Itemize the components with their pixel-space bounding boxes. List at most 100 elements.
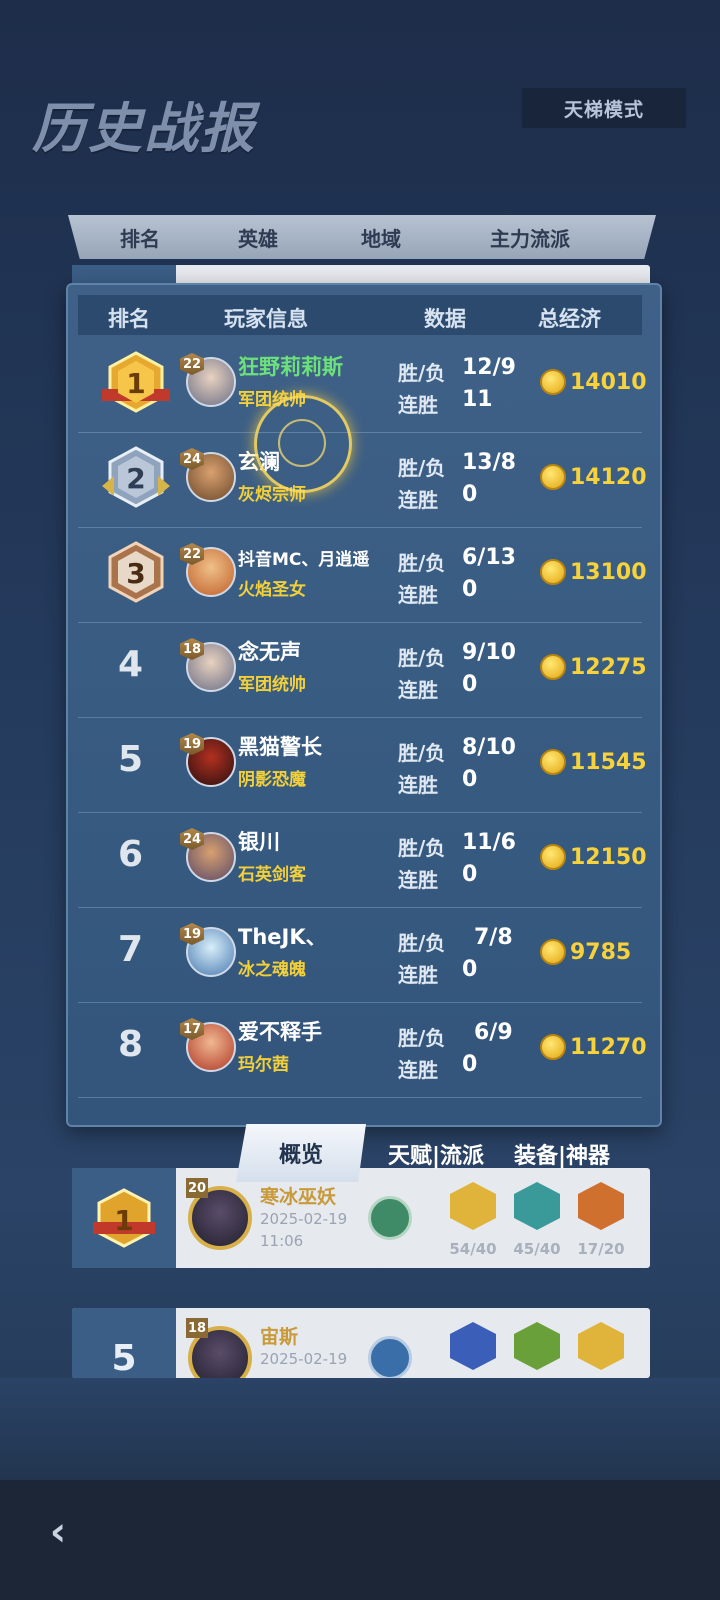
history-level: 18 — [186, 1318, 208, 1338]
player-name: TheJK、 — [238, 925, 327, 949]
player-name: 银川 — [238, 830, 280, 854]
total-gold: 11545 — [540, 749, 647, 775]
player-row[interactable]: 6 24 银川 石英剑客 胜/负 连胜 11/6 0 12150 — [78, 812, 647, 908]
win-loss-value: 7/8 — [474, 925, 513, 950]
streak-value: 0 — [462, 482, 478, 507]
total-gold: 11270 — [540, 1034, 647, 1060]
player-name: 黑猫警长 — [238, 735, 322, 759]
win-loss-value: 8/10 — [462, 735, 516, 760]
hero-name: 玛尔茜 — [238, 1055, 289, 1075]
coin-icon — [540, 369, 566, 395]
player-row[interactable]: 8 17 爱不释手 玛尔茜 胜/负 连胜 6/9 0 11270 — [78, 1002, 647, 1098]
silver-medal-icon: 2 — [102, 446, 170, 508]
player-row[interactable]: 4 18 念无声 军团统帅 胜/负 连胜 9/10 0 12275 — [78, 622, 647, 718]
coin-icon — [540, 939, 566, 965]
history-time: 11:06 — [260, 1232, 304, 1250]
rank-number: 5 — [118, 739, 144, 780]
rank-number: 7 — [118, 929, 144, 970]
player-name: 抖音MC、月逍遥 — [238, 550, 370, 570]
streak-value: 11 — [462, 387, 493, 412]
streak-label: 连胜 — [398, 678, 438, 702]
page-title: 历史战报 — [32, 97, 256, 160]
history-level: 20 — [186, 1178, 208, 1198]
gold-medal-icon: 1 — [102, 351, 170, 413]
history-header: 排名 英雄 地域 主力流派 — [68, 215, 656, 259]
build-stat-1: 54/40 — [449, 1240, 497, 1258]
streak-label: 连胜 — [398, 868, 438, 892]
player-row[interactable]: 5 19 黑猫警长 阴影恐魔 胜/负 连胜 8/10 0 11545 — [78, 717, 647, 813]
build-stat-2: 45/40 — [513, 1240, 561, 1258]
player-row[interactable]: 7 19 TheJK、 冰之魂魄 胜/负 连胜 7/8 0 9785 — [78, 907, 642, 1003]
history-row[interactable]: 5 18 宙斯 2025-02-19 — [72, 1308, 650, 1378]
history-row[interactable]: 1 20 寒冰巫妖 2025-02-19 11:06 54/40 45/40 1… — [72, 1168, 650, 1268]
build-stat-3: 17/20 — [577, 1240, 625, 1258]
svg-text:1: 1 — [114, 1204, 133, 1237]
win-loss-value: 13/8 — [462, 450, 516, 475]
build-icon-2 — [514, 1182, 560, 1230]
faction-icon — [368, 1336, 412, 1378]
tab-equipment-artifact[interactable]: 装备|神器 — [514, 1138, 610, 1170]
player-name: 爱不释手 — [238, 1020, 322, 1044]
build-icon-2 — [514, 1322, 560, 1370]
coin-icon — [540, 654, 566, 680]
coin-icon — [540, 1034, 566, 1060]
streak-label: 连胜 — [398, 963, 438, 987]
streak-value: 0 — [462, 672, 478, 697]
win-loss-label: 胜/负 — [398, 646, 446, 670]
streak-value: 0 — [462, 1052, 478, 1077]
history-rank-medal: 1 — [72, 1168, 176, 1268]
streak-value: 0 — [462, 862, 478, 887]
coin-icon — [540, 749, 566, 775]
panel-header: 排名 玩家信息 数据 总经济 — [78, 295, 642, 335]
win-loss-label: 胜/负 — [398, 456, 446, 480]
svg-text:1: 1 — [126, 367, 145, 400]
mode-label[interactable]: 天梯模式 — [522, 88, 686, 128]
col-rank: 排名 — [108, 307, 150, 331]
player-row[interactable]: 1 22 狂野莉莉斯 军团统帅 胜/负 连胜 12/9 11 14010 — [78, 337, 647, 433]
col-economy: 总经济 — [538, 307, 601, 331]
back-arrow-icon[interactable]: ‹ — [36, 1510, 80, 1554]
history-rank-number: 5 — [72, 1308, 176, 1378]
svg-text:2: 2 — [126, 462, 145, 495]
rank-number: 8 — [118, 1024, 144, 1065]
streak-value: 0 — [462, 577, 478, 602]
player-name: 念无声 — [238, 640, 301, 664]
player-row[interactable]: 3 22 抖音MC、月逍遥 火焰圣女 胜/负 连胜 6/13 0 13100 — [78, 527, 647, 623]
rank-number: 4 — [118, 644, 144, 685]
total-gold: 13100 — [540, 559, 647, 585]
streak-label: 连胜 — [398, 583, 438, 607]
hero-name: 石英剑客 — [238, 865, 306, 885]
match-stats-panel: 排名 玩家信息 数据 总经济 1 22 狂野莉莉斯 军团统帅 胜/负 连胜 12… — [66, 283, 662, 1127]
total-gold: 12150 — [540, 844, 647, 870]
detail-tabs: 概览 天赋|流派 装备|神器 — [236, 1124, 628, 1182]
win-loss-value: 6/13 — [462, 545, 516, 570]
history-hero-name: 寒冰巫妖 — [260, 1186, 337, 1208]
history-date: 2025-02-19 — [260, 1210, 348, 1228]
total-gold: 14120 — [540, 464, 647, 490]
streak-label: 连胜 — [398, 1058, 438, 1082]
streak-label: 连胜 — [398, 773, 438, 797]
history-hero-name: 宙斯 — [260, 1326, 299, 1348]
list-fade — [0, 1378, 720, 1480]
win-loss-value: 6/9 — [474, 1020, 513, 1045]
col-player-info: 玩家信息 — [224, 307, 308, 331]
hero-name: 冰之魂魄 — [238, 960, 306, 980]
history-col-build: 主力流派 — [490, 226, 570, 251]
total-gold: 14010 — [540, 369, 647, 395]
total-gold: 12275 — [540, 654, 647, 680]
win-loss-label: 胜/负 — [398, 1026, 446, 1050]
player-row[interactable]: 2 24 玄澜 灰烬宗师 胜/负 连胜 13/8 0 14120 — [78, 432, 647, 528]
coin-icon — [540, 559, 566, 585]
history-date: 2025-02-19 — [260, 1350, 348, 1368]
win-loss-label: 胜/负 — [398, 741, 446, 765]
hero-name: 军团统帅 — [238, 675, 306, 695]
build-icon-1 — [450, 1322, 496, 1370]
tab-overview[interactable]: 概览 — [236, 1124, 366, 1182]
win-loss-value: 11/6 — [462, 830, 516, 855]
history-col-hero: 英雄 — [238, 226, 278, 251]
tab-talent-build[interactable]: 天赋|流派 — [388, 1138, 484, 1170]
streak-value: 0 — [462, 957, 478, 982]
history-col-rank: 排名 — [120, 226, 160, 251]
streak-label: 连胜 — [398, 393, 438, 417]
coin-icon — [540, 464, 566, 490]
